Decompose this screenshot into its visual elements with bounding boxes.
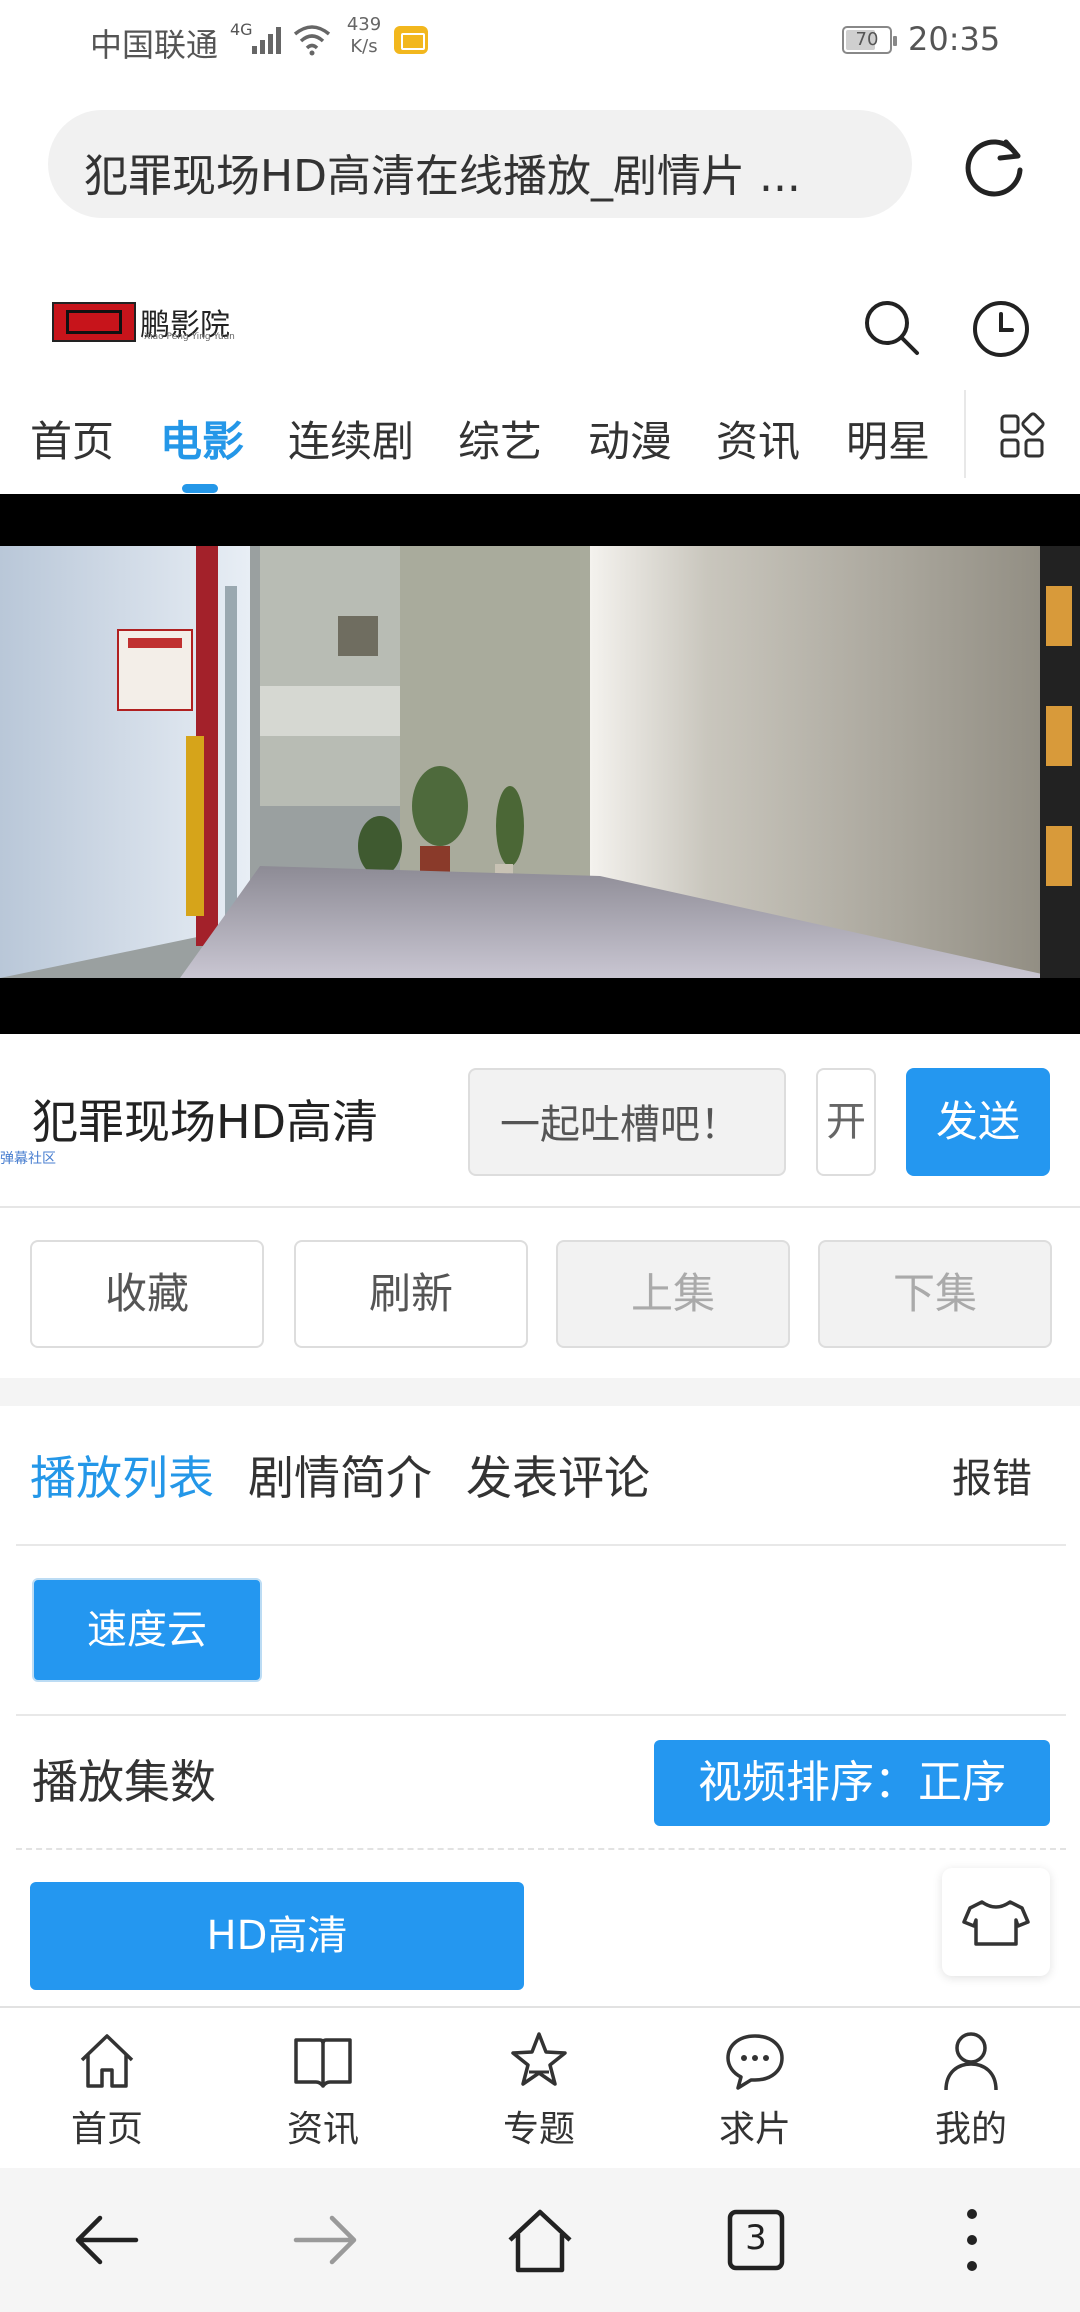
tabbar-label: 首页 [70, 2109, 143, 2150]
chat-icon [726, 2034, 784, 2090]
report-link[interactable]: 报错 [952, 1446, 1032, 1504]
tabbar-label: 我的 [934, 2109, 1007, 2150]
danmaku-input[interactable]: 一起吐槽吧！ [468, 1068, 786, 1176]
carrier-name: 中国联通 [90, 26, 219, 64]
battery-level: 70 [855, 29, 879, 50]
favorite-button[interactable]: 收藏 [30, 1240, 264, 1348]
nav-item-anime[interactable]: 动漫 [588, 408, 672, 469]
shirt-icon [962, 1900, 1030, 1946]
bottom-tab-bar: 首页 资讯 专题 求片 我的 [0, 2006, 1080, 2168]
tabbar-item-topics[interactable]: 专题 [464, 2028, 614, 2158]
nav-item-stars[interactable]: 明星 [846, 408, 930, 469]
refresh-icon[interactable] [958, 130, 1030, 202]
nav-item-home[interactable]: 首页 [30, 408, 114, 469]
history-icon[interactable] [970, 298, 1032, 360]
grid-menu-icon[interactable] [998, 412, 1048, 462]
logo-subtext: Xiao Peng Ying Yuan [144, 332, 235, 342]
book-icon [294, 2038, 352, 2088]
home-icon [80, 2034, 134, 2088]
tabbar-item-news[interactable]: 资讯 [248, 2028, 398, 2158]
refresh-button[interactable]: 刷新 [294, 1240, 528, 1348]
send-button[interactable]: 发送 [906, 1068, 1050, 1176]
category-nav: 首页 电影 连续剧 综艺 动漫 资讯 明星 [0, 390, 1080, 494]
wifi-icon [293, 25, 331, 56]
divider [16, 1544, 1066, 1546]
logo-mark [52, 302, 136, 342]
divider [16, 1714, 1066, 1716]
episode-button[interactable]: HD高清 [30, 1882, 524, 1990]
tabs-count-button[interactable]: 3 [720, 2204, 792, 2276]
prev-episode-button[interactable]: 上集 [556, 1240, 790, 1348]
user-icon [944, 2032, 998, 2091]
danmaku-toggle[interactable]: 开 [816, 1068, 876, 1176]
video-frame[interactable] [0, 546, 1080, 978]
tabbar-label: 求片 [718, 2109, 791, 2150]
browser-nav-bar: 3 [0, 2168, 1080, 2312]
dashed-divider [16, 1848, 1066, 1850]
tab-comment[interactable]: 发表评论 [466, 1442, 650, 1508]
tabbar-label: 专题 [502, 2109, 575, 2150]
divider [0, 1206, 1080, 1208]
back-arrow-icon[interactable] [72, 2204, 144, 2276]
video-player[interactable] [0, 494, 1080, 1034]
tabbar-item-mine[interactable]: 我的 [896, 2028, 1046, 2158]
tabbar-item-requests[interactable]: 求片 [680, 2028, 830, 2158]
section-separator [0, 1378, 1080, 1406]
skin-button[interactable] [942, 1868, 1050, 1976]
tabbar-item-home[interactable]: 首页 [32, 2028, 182, 2158]
address-text[interactable]: 犯罪现场HD高清在线播放_剧情片 ... [84, 140, 884, 204]
search-icon[interactable] [862, 298, 922, 358]
content-panel: 播放列表 剧情简介 发表评论 报错 速度云 播放集数 视频排序：正序 HD高清 [0, 1406, 1080, 2006]
nav-item-news[interactable]: 资讯 [716, 408, 800, 469]
next-episode-button[interactable]: 下集 [818, 1240, 1052, 1348]
source-button[interactable]: 速度云 [32, 1578, 262, 1682]
nav-divider [964, 390, 966, 478]
tab-playlist[interactable]: 播放列表 [30, 1442, 214, 1508]
site-logo[interactable]: 鹏影院 Xiao Peng Ying Yuan [52, 300, 302, 343]
status-bar: 中国联通 4G 439 K/s 70 20:35 [0, 0, 1080, 84]
network-speed: 439 K/s [346, 14, 382, 57]
nav-item-movies[interactable]: 电影 [160, 408, 244, 469]
nav-item-series[interactable]: 连续剧 [288, 408, 414, 469]
sort-button[interactable]: 视频排序：正序 [654, 1740, 1050, 1826]
clock: 20:35 [908, 20, 1001, 58]
message-notification-icon [394, 26, 428, 54]
tabbar-label: 资讯 [286, 2109, 359, 2150]
more-menu-icon[interactable] [936, 2204, 1008, 2276]
nav-item-variety[interactable]: 综艺 [458, 408, 542, 469]
tab-synopsis[interactable]: 剧情简介 [248, 1442, 432, 1508]
nav-active-indicator [182, 484, 218, 493]
danmaku-community-tag[interactable]: 弹幕社区 [0, 1148, 56, 1168]
signal-icon [252, 27, 281, 54]
star-icon [511, 2032, 567, 2086]
episodes-label: 播放集数 [32, 1755, 216, 1809]
address-bar[interactable]: 犯罪现场HD高清在线播放_剧情片 ... [48, 110, 912, 218]
forward-arrow-icon[interactable] [288, 2204, 360, 2276]
tabs-count: 3 [745, 2218, 767, 2258]
video-title: 犯罪现场HD高清 [32, 1095, 379, 1149]
battery-icon: 70 [842, 26, 897, 54]
home-nav-icon[interactable] [504, 2204, 576, 2276]
